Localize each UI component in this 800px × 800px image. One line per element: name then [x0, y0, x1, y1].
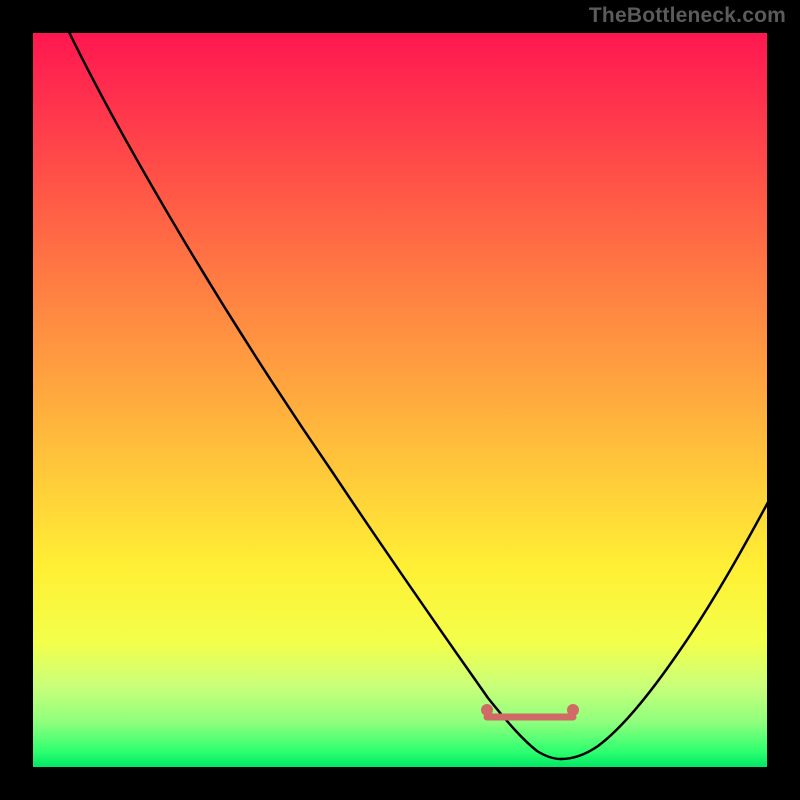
attribution-text: TheBottleneck.com: [589, 4, 786, 28]
chart-svg: [33, 33, 767, 767]
right-curve: [561, 493, 767, 759]
plot-area: [33, 33, 767, 767]
marker-dot-left: [481, 704, 493, 716]
chart-frame: TheBottleneck.com: [0, 0, 800, 800]
left-curve: [67, 33, 561, 759]
marker-dot-right: [567, 704, 579, 716]
